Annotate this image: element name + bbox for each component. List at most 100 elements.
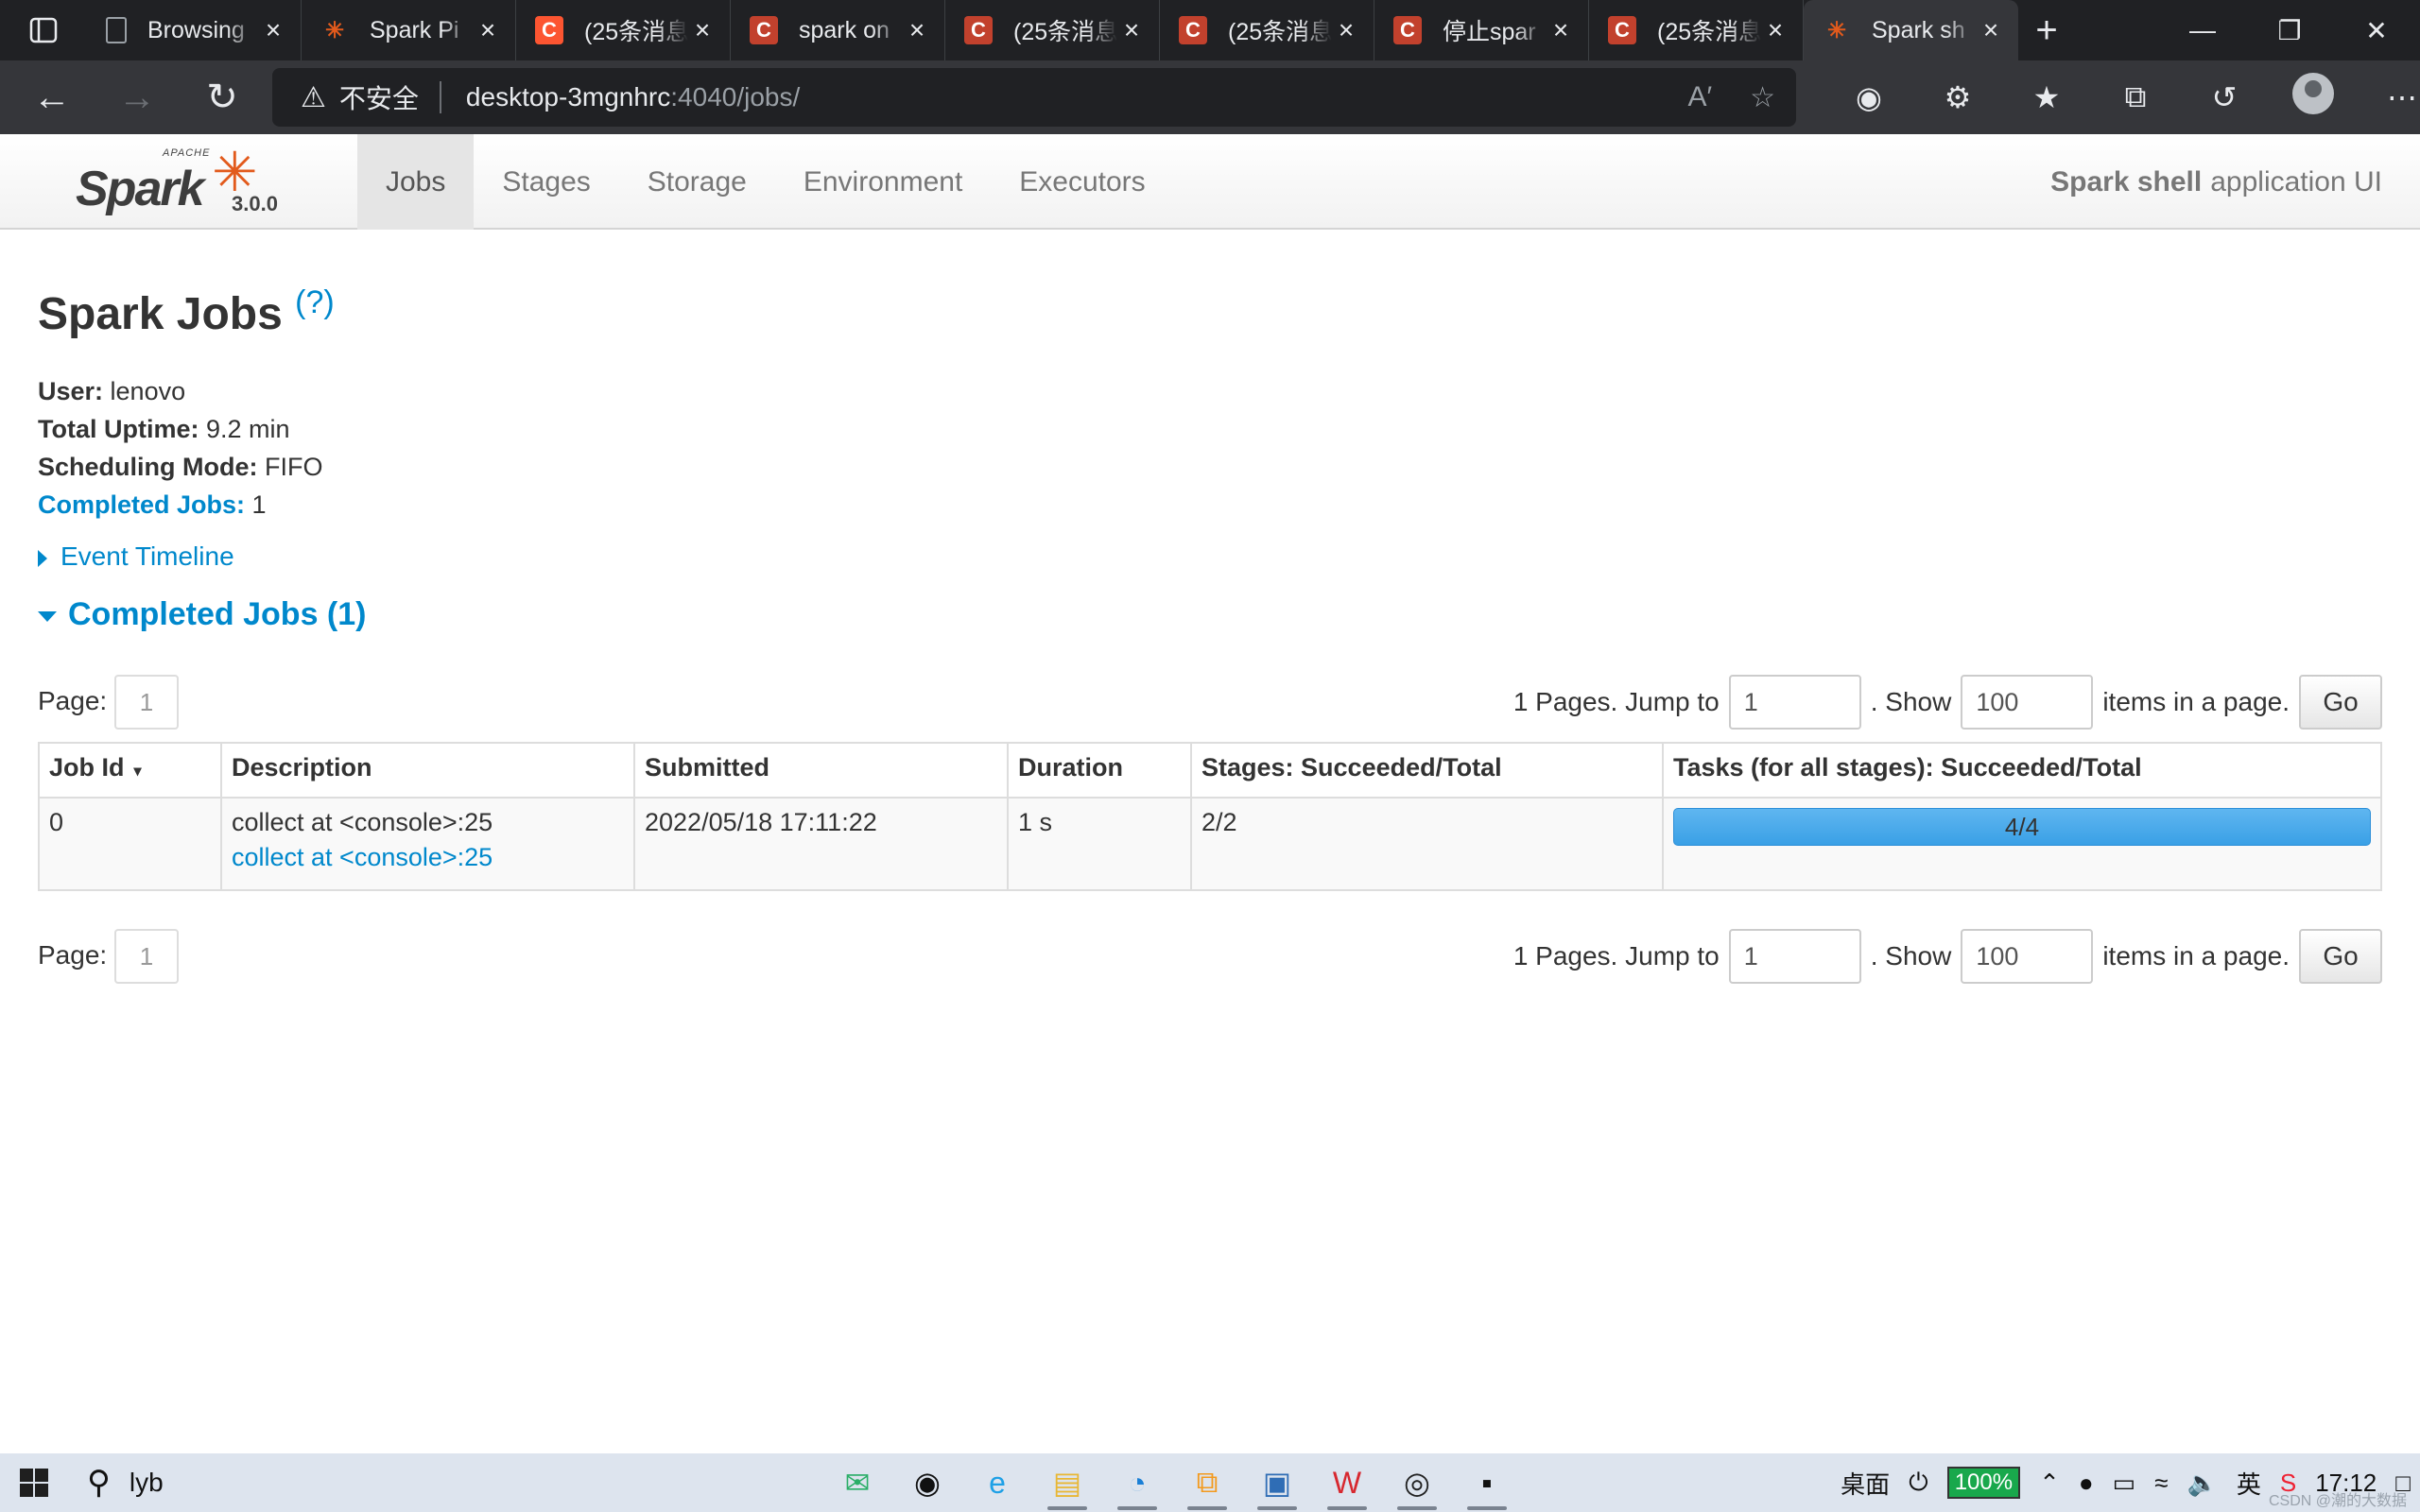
browser-tab[interactable]: C (25条消息 ×	[516, 0, 731, 60]
page-number-button[interactable]: 1	[114, 929, 179, 984]
terminal-icon[interactable]: ▪	[1452, 1453, 1522, 1512]
csdn-favicon-icon: C	[964, 16, 993, 44]
jump-to-page-input[interactable]	[1728, 675, 1861, 730]
close-tab-icon[interactable]: ×	[1332, 15, 1360, 45]
minimize-button[interactable]: —	[2159, 0, 2246, 60]
tab-jobs[interactable]: Jobs	[357, 134, 475, 230]
csdn-favicon-icon: C	[1179, 16, 1207, 44]
file-explorer-icon[interactable]: ▤	[1032, 1453, 1102, 1512]
go-button[interactable]: Go	[2299, 929, 2382, 984]
tasks-progress-label: 4/4	[2004, 812, 2040, 841]
new-tab-button[interactable]: +	[2018, 0, 2075, 60]
close-tab-icon[interactable]: ×	[1761, 15, 1789, 45]
csdn-favicon-icon: C	[750, 16, 778, 44]
wifi-icon[interactable]: ≈	[2154, 1469, 2168, 1498]
power-plug-icon[interactable]: ⏻	[1909, 1468, 1928, 1498]
vmware-icon[interactable]: ⧉	[1172, 1453, 1242, 1512]
page-size-input[interactable]	[1961, 675, 2094, 730]
csdn-favicon-icon: C	[1608, 16, 1636, 44]
close-tab-icon[interactable]: ×	[1547, 15, 1575, 45]
battery-icon[interactable]: ▭	[2113, 1469, 2136, 1498]
security-label[interactable]: 不安全	[339, 78, 419, 116]
reload-button[interactable]: ↻	[180, 60, 265, 134]
profile-button[interactable]	[2269, 73, 2358, 122]
close-tab-icon[interactable]: ×	[259, 15, 287, 45]
page-number-button[interactable]: 1	[114, 675, 179, 730]
add-favorite-icon[interactable]: ☆	[1750, 81, 1775, 114]
ime-indicator[interactable]: 英	[2237, 1466, 2261, 1501]
taskbar-search-text: lyb	[129, 1468, 164, 1497]
qq-tray-icon[interactable]: ●	[2079, 1469, 2094, 1498]
taskbar-search[interactable]: ⚲ lyb	[68, 1453, 182, 1512]
go-button[interactable]: Go	[2299, 675, 2382, 730]
ie-icon[interactable]: e	[962, 1453, 1032, 1512]
event-timeline-toggle[interactable]: Event Timeline	[38, 541, 234, 572]
close-window-button[interactable]: ✕	[2333, 0, 2420, 60]
browser-tab[interactable]: Browsing ×	[87, 0, 302, 60]
wps-icon[interactable]: W	[1312, 1453, 1382, 1512]
more-menu-icon[interactable]: ⋯	[2358, 79, 2420, 115]
back-button[interactable]: ←	[9, 60, 95, 134]
restore-button[interactable]: ❐	[2246, 0, 2333, 60]
tab-executors[interactable]: Executors	[991, 134, 1173, 230]
col-job-id[interactable]: Job Id ▾	[38, 742, 222, 799]
browser-tab[interactable]: ✳ Spark Pi ×	[302, 0, 516, 60]
history-icon[interactable]: ↺	[2180, 79, 2269, 115]
address-bar[interactable]: ⚠ 不安全 desktop-3mgnhrc:4040/jobs/ A′ ☆	[272, 68, 1796, 127]
chevron-up-icon[interactable]: ⌃	[2039, 1469, 2060, 1498]
browser-tab[interactable]: C (25条消息 ×	[1589, 0, 1804, 60]
tab-storage[interactable]: Storage	[619, 134, 775, 230]
extension-glasses-icon[interactable]: ◉	[1824, 79, 1913, 115]
spark-logo[interactable]: APACHE Spark ✳ 3.0.0	[76, 140, 302, 225]
windows-logo-icon	[20, 1469, 48, 1497]
warning-icon: ⚠	[301, 81, 326, 113]
close-tab-icon[interactable]: ×	[1977, 15, 2005, 45]
completed-jobs-table: Job Id ▾ Description Submitted Duration S…	[38, 742, 2382, 891]
jump-to-page-input[interactable]	[1728, 929, 1861, 984]
tab-stages[interactable]: Stages	[474, 134, 618, 230]
start-button[interactable]	[0, 1453, 68, 1512]
close-tab-icon[interactable]: ×	[474, 15, 502, 45]
col-stages[interactable]: Stages: Succeeded/Total	[1190, 742, 1664, 799]
completed-jobs-row[interactable]: Completed Jobs: 1	[38, 486, 323, 524]
pages-text: 1 Pages. Jump to	[1512, 941, 1720, 971]
close-tab-icon[interactable]: ×	[903, 15, 931, 45]
qq-icon[interactable]: ◉	[892, 1453, 962, 1512]
tab-actions-button[interactable]	[0, 0, 87, 60]
collections-icon[interactable]: ⧉	[2091, 79, 2180, 115]
tab-list: Browsing × ✳ Spark Pi × C (25条消息 × Cspark on × C (2…	[87, 0, 2018, 60]
col-duration[interactable]: Duration	[1007, 742, 1192, 799]
battery-indicator[interactable]: 100%	[1946, 1467, 2021, 1499]
read-aloud-icon[interactable]: A′	[1687, 81, 1712, 113]
browser-tab[interactable]: C (25条消息 ×	[945, 0, 1160, 60]
desktop-label[interactable]: 桌面	[1841, 1466, 1890, 1501]
uptime-label: Total Uptime:	[38, 415, 199, 443]
completed-jobs-link[interactable]: Completed Jobs:	[38, 490, 245, 519]
help-link[interactable]: (?)	[295, 284, 335, 320]
col-submitted[interactable]: Submitted	[633, 742, 1009, 799]
col-description[interactable]: Description	[220, 742, 635, 799]
volume-icon[interactable]: 🔈	[2187, 1469, 2217, 1498]
tab-environment[interactable]: Environment	[775, 134, 991, 230]
favorites-icon[interactable]: ★	[2002, 79, 2091, 115]
github-icon[interactable]: ◎	[1382, 1453, 1452, 1512]
cell-job-id: 0	[38, 797, 222, 891]
col-tasks[interactable]: Tasks (for all stages): Succeeded/Total	[1662, 742, 2382, 799]
edge-icon[interactable]: ◔	[1102, 1453, 1172, 1512]
close-tab-icon[interactable]: ×	[688, 15, 717, 45]
description-link[interactable]: collect at <console>:25	[232, 843, 624, 872]
browser-tab[interactable]: C 停止spar ×	[1374, 0, 1589, 60]
wechat-icon[interactable]: ✉	[822, 1453, 892, 1512]
browser-tab[interactable]: ✳ Spark sh ×	[1804, 0, 2018, 60]
extensions-puzzle-icon[interactable]: ⚙	[1913, 79, 2002, 115]
close-tab-icon[interactable]: ×	[1117, 15, 1146, 45]
completed-jobs-section-toggle[interactable]: Completed Jobs (1)	[38, 596, 366, 633]
forward-button[interactable]: →	[95, 60, 180, 134]
page-size-input[interactable]	[1961, 929, 2094, 984]
window-controls: — ❐ ✕	[2159, 0, 2420, 60]
remote-desktop-icon[interactable]: ▣	[1242, 1453, 1312, 1512]
browser-tab[interactable]: C (25条消息 ×	[1160, 0, 1374, 60]
pager-top: Page: 1 1 Pages. Jump to . Show items in…	[38, 675, 2382, 730]
browser-tab-title: spark on	[799, 16, 890, 43]
browser-tab[interactable]: Cspark on ×	[731, 0, 945, 60]
